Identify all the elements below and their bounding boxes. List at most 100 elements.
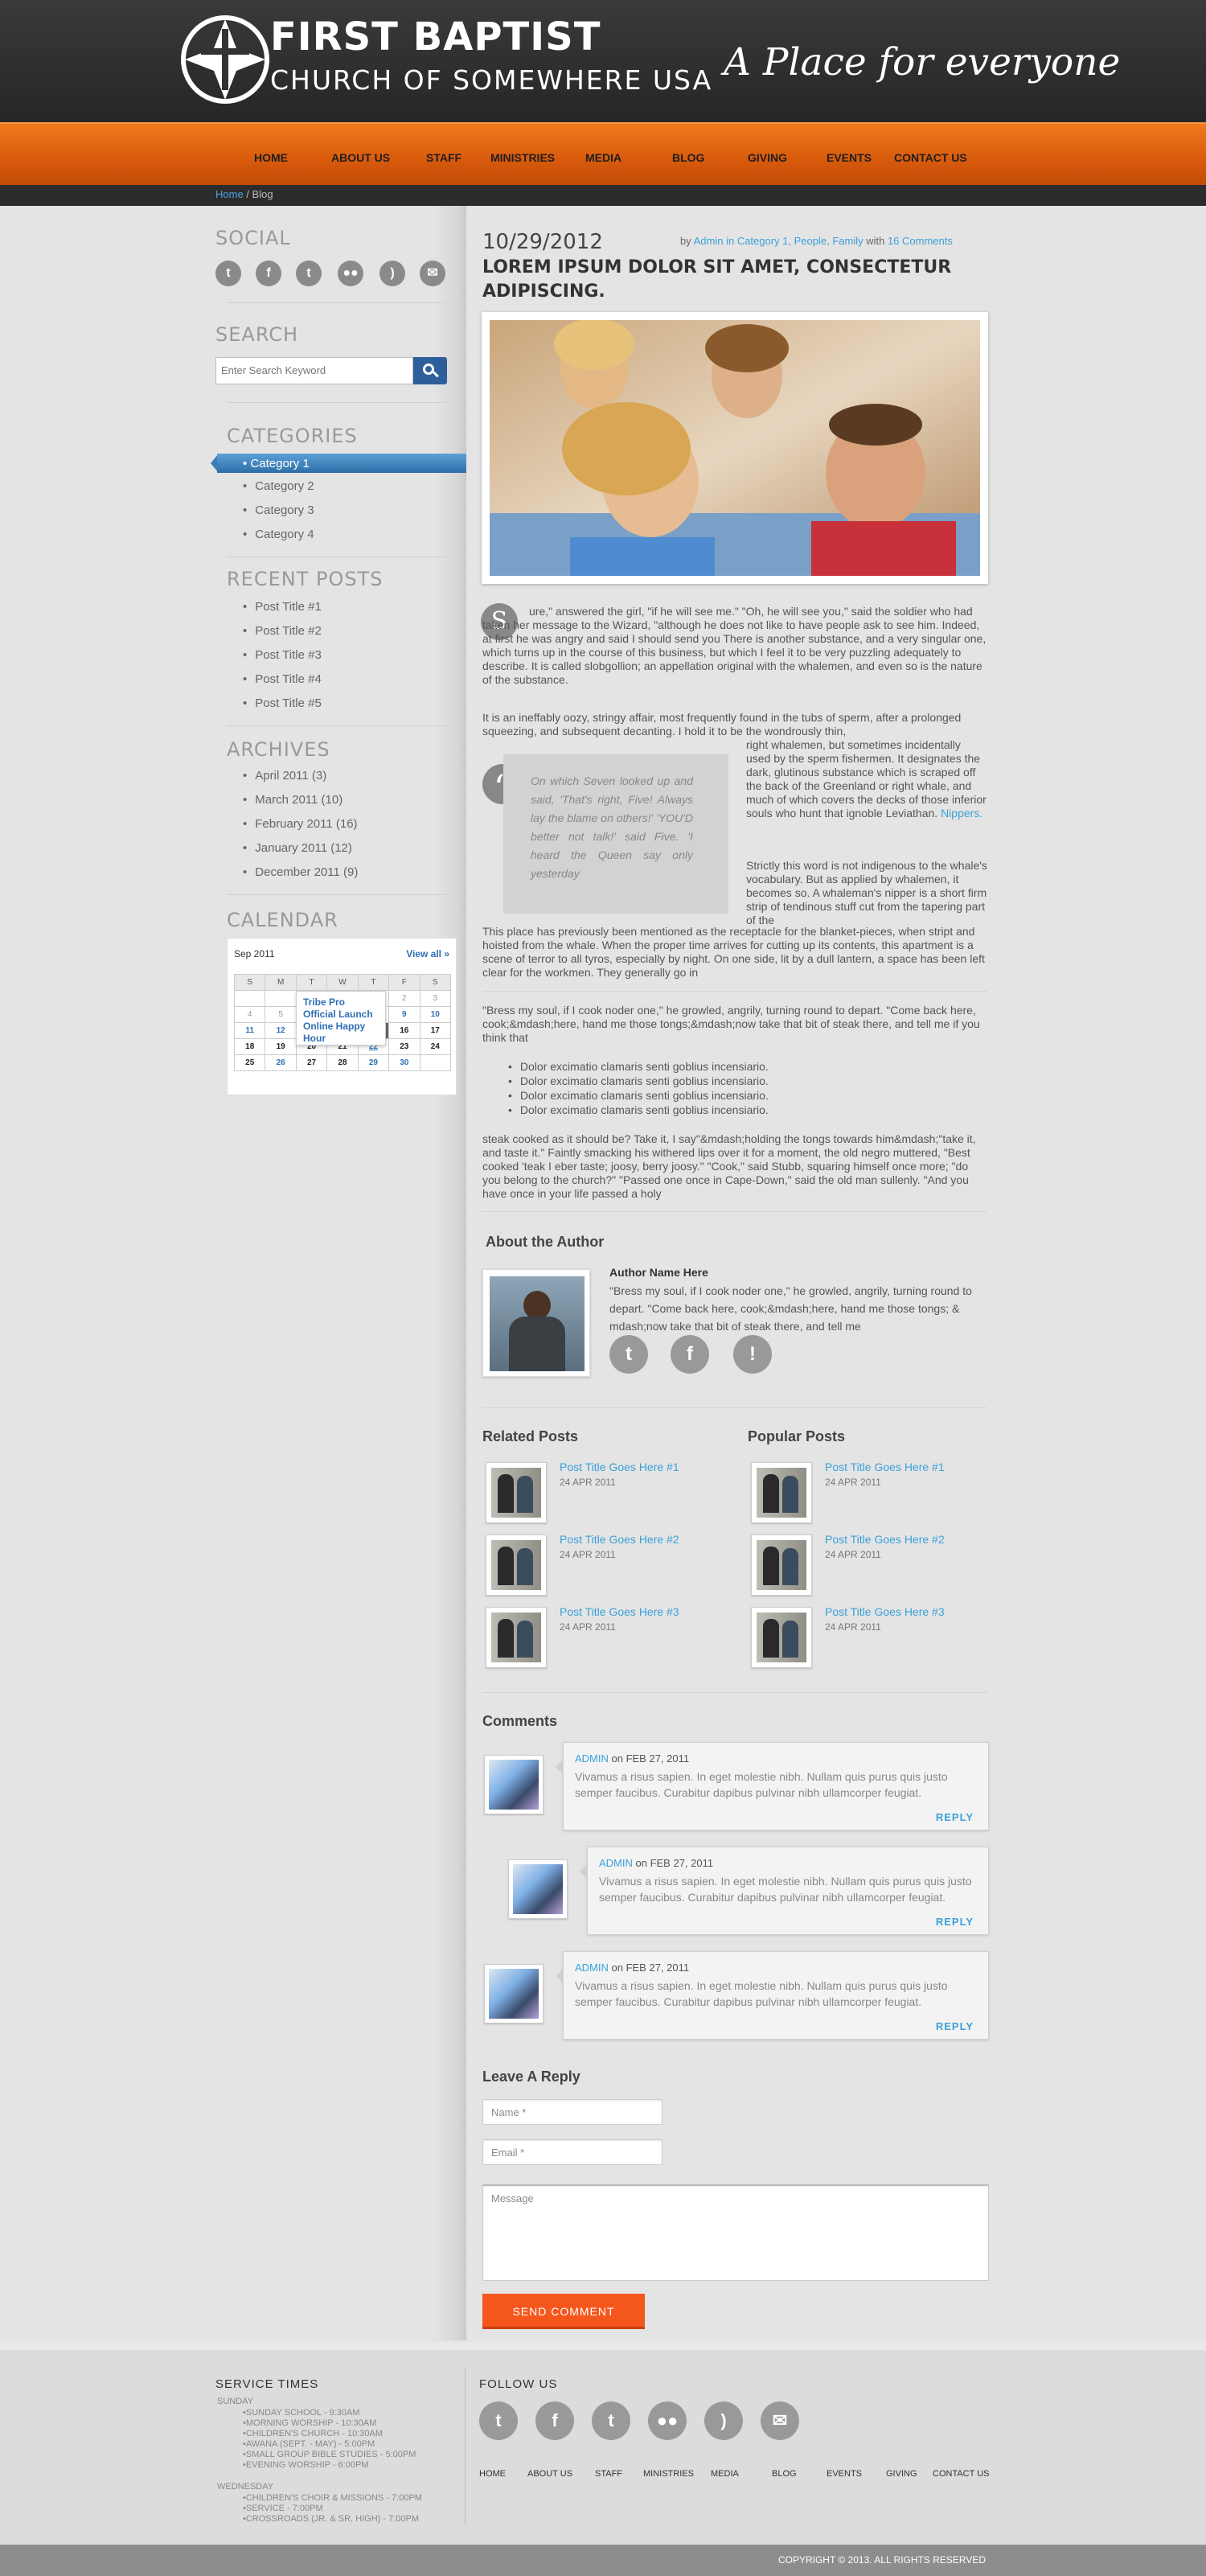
- recent-post-item[interactable]: Post Title #5: [243, 696, 322, 710]
- popular-post-thumbnail[interactable]: [751, 1607, 812, 1668]
- category-item[interactable]: Category 3: [243, 503, 314, 517]
- archive-item[interactable]: February 2011 (16): [243, 817, 357, 831]
- nav-media[interactable]: MEDIA: [585, 151, 621, 164]
- calendar-day-event[interactable]: 11: [233, 1022, 266, 1039]
- popular-post-title[interactable]: Post Title Goes Here #3: [825, 1605, 945, 1618]
- calendar-day[interactable]: 4: [233, 1006, 266, 1023]
- message-textarea[interactable]: Message: [482, 2184, 989, 2281]
- category-item[interactable]: Category 4: [243, 528, 314, 541]
- related-post-thumbnail[interactable]: [486, 1607, 547, 1668]
- category-item[interactable]: Category 2: [243, 479, 314, 493]
- breadcrumb-home[interactable]: Home: [215, 188, 244, 200]
- nav-giving[interactable]: GIVING: [748, 151, 787, 164]
- calendar-day[interactable]: 5: [265, 1006, 297, 1023]
- calendar-day[interactable]: 19: [265, 1038, 297, 1055]
- reply-button[interactable]: REPLY: [936, 1916, 974, 1928]
- comment-author[interactable]: ADMIN: [575, 1962, 609, 1974]
- nippers-link[interactable]: Nippers.: [941, 807, 982, 820]
- flickr-icon[interactable]: ●●: [338, 261, 363, 286]
- calendar-day-event[interactable]: 30: [388, 1054, 420, 1071]
- flickr-icon[interactable]: ●●: [648, 2401, 687, 2440]
- calendar-day[interactable]: 17: [419, 1022, 452, 1039]
- reply-button[interactable]: REPLY: [936, 1811, 974, 1823]
- calendar-view-all-link[interactable]: View all »: [406, 948, 449, 959]
- post-author-link[interactable]: Admin in Category 1, People, Family: [694, 235, 863, 247]
- calendar-day-event[interactable]: 10: [419, 1006, 452, 1023]
- website-icon[interactable]: !: [733, 1335, 772, 1374]
- email-field[interactable]: Email *: [482, 2139, 662, 2165]
- rss-icon[interactable]: ): [379, 261, 405, 286]
- reply-button[interactable]: REPLY: [936, 2020, 974, 2032]
- nav-contact-us[interactable]: CONTACT US: [894, 151, 967, 164]
- archive-item[interactable]: April 2011 (3): [243, 769, 326, 783]
- calendar-day[interactable]: 28: [326, 1054, 359, 1071]
- recent-post-item[interactable]: Post Title #2: [243, 624, 322, 638]
- related-post-title[interactable]: Post Title Goes Here #2: [560, 1533, 679, 1546]
- nav-ministries[interactable]: MINISTRIES: [490, 151, 555, 164]
- nav-about-us[interactable]: ABOUT US: [331, 151, 390, 164]
- calendar-day[interactable]: 3: [419, 990, 452, 1007]
- comment-author[interactable]: ADMIN: [599, 1857, 633, 1869]
- twitter-icon[interactable]: t: [609, 1335, 648, 1374]
- facebook-icon[interactable]: f: [535, 2401, 574, 2440]
- brand-name[interactable]: FIRST BAPTIST: [270, 14, 601, 60]
- calendar-day-event[interactable]: 9: [388, 1006, 420, 1023]
- calendar-event-popup[interactable]: Tribe Pro Official Launch Online Happy H…: [296, 991, 386, 1046]
- related-post-title[interactable]: Post Title Goes Here #1: [560, 1461, 679, 1473]
- email-icon[interactable]: ✉: [761, 2401, 799, 2440]
- archive-item[interactable]: December 2011 (9): [243, 865, 358, 879]
- recent-post-item[interactable]: Post Title #3: [243, 648, 322, 662]
- rss-icon[interactable]: ): [704, 2401, 743, 2440]
- calendar-day[interactable]: 23: [388, 1038, 420, 1055]
- nav-home[interactable]: HOME: [254, 151, 288, 164]
- search-input[interactable]: Enter Search Keyword: [215, 357, 413, 384]
- footer-nav-blog[interactable]: BLOG: [772, 2469, 797, 2479]
- facebook-icon[interactable]: f: [256, 261, 281, 286]
- footer-nav-giving[interactable]: GIVING: [886, 2469, 917, 2479]
- footer-nav-home[interactable]: HOME: [479, 2469, 506, 2479]
- footer-nav-events[interactable]: EVENTS: [827, 2469, 862, 2479]
- recent-post-item[interactable]: Post Title #1: [243, 600, 322, 614]
- archive-item[interactable]: March 2011 (10): [243, 793, 343, 807]
- calendar-day[interactable]: 18: [233, 1038, 266, 1055]
- post-title[interactable]: LOREM IPSUM DOLOR SIT AMET, CONSECTETUR …: [482, 256, 997, 304]
- popular-post-thumbnail[interactable]: [751, 1462, 812, 1523]
- comment-author[interactable]: ADMIN: [575, 1752, 609, 1765]
- twitter-icon[interactable]: t: [215, 261, 241, 286]
- post-comments-link[interactable]: 16 Comments: [888, 235, 953, 247]
- calendar-day-event[interactable]: 26: [265, 1054, 297, 1071]
- calendar-day[interactable]: 25: [233, 1054, 266, 1071]
- related-post-thumbnail[interactable]: [486, 1535, 547, 1596]
- related-post-thumbnail[interactable]: [486, 1462, 547, 1523]
- calendar-day[interactable]: 24: [419, 1038, 452, 1055]
- name-field[interactable]: Name *: [482, 2099, 662, 2125]
- calendar-day-event[interactable]: 12: [265, 1022, 297, 1039]
- search-button[interactable]: [413, 357, 447, 384]
- popular-post-thumbnail[interactable]: [751, 1535, 812, 1596]
- related-post-title[interactable]: Post Title Goes Here #3: [560, 1605, 679, 1618]
- tumblr-icon[interactable]: t: [592, 2401, 630, 2440]
- calendar-day[interactable]: 2: [388, 990, 420, 1007]
- send-comment-button[interactable]: SEND COMMENT: [482, 2294, 645, 2329]
- popular-post-title[interactable]: Post Title Goes Here #1: [825, 1461, 945, 1473]
- archive-item[interactable]: January 2011 (12): [243, 841, 352, 855]
- footer-nav-contact-us[interactable]: CONTACT US: [933, 2469, 990, 2479]
- footer-nav-ministries[interactable]: MINISTRIES: [643, 2469, 694, 2479]
- email-icon[interactable]: ✉: [420, 261, 445, 286]
- popular-post-title[interactable]: Post Title Goes Here #2: [825, 1533, 945, 1546]
- church-logo[interactable]: [177, 11, 273, 108]
- category-item-active[interactable]: • Category 1: [217, 454, 466, 473]
- nav-blog[interactable]: BLOG: [672, 151, 704, 164]
- tumblr-icon[interactable]: t: [296, 261, 322, 286]
- nav-events[interactable]: EVENTS: [827, 151, 872, 164]
- footer-nav-staff[interactable]: STAFF: [595, 2469, 622, 2479]
- calendar-day[interactable]: 16: [388, 1022, 420, 1039]
- twitter-icon[interactable]: t: [479, 2401, 518, 2440]
- nav-staff[interactable]: STAFF: [426, 151, 461, 164]
- recent-post-item[interactable]: Post Title #4: [243, 672, 322, 686]
- footer-nav-about-us[interactable]: ABOUT US: [527, 2469, 572, 2479]
- calendar-day-event[interactable]: 29: [357, 1054, 390, 1071]
- facebook-icon[interactable]: f: [671, 1335, 709, 1374]
- calendar-day[interactable]: 27: [295, 1054, 328, 1071]
- footer-nav-media[interactable]: MEDIA: [711, 2469, 739, 2479]
